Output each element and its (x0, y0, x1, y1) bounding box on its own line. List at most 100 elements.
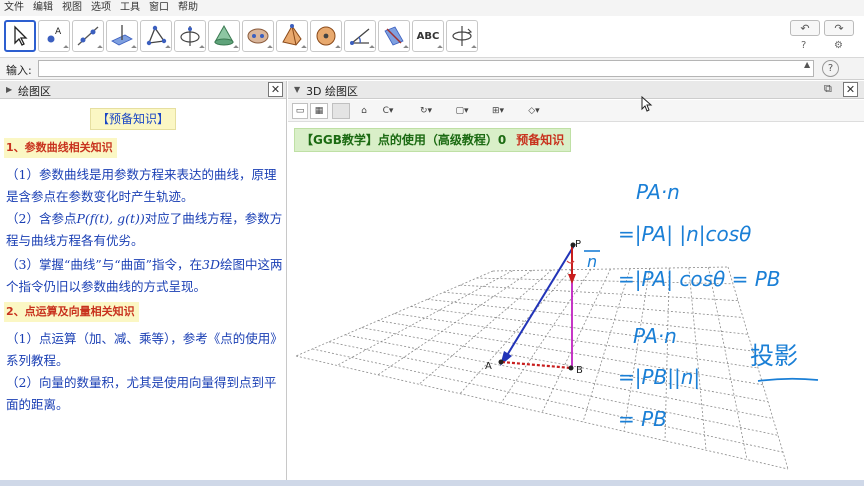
text-tool[interactable]: ABC (412, 20, 444, 52)
handwritten-line-1: PA·n (636, 180, 680, 204)
polygon-icon (146, 25, 167, 46)
help-icon[interactable]: ? (801, 40, 806, 51)
grid-line (688, 267, 707, 451)
input-bar: 输入: ▲ ? (0, 58, 864, 80)
input-label: 输入: (6, 64, 32, 77)
close-3d-panel-icon[interactable]: ✕ (843, 82, 858, 97)
settings-icon[interactable]: ⚙ (834, 40, 843, 51)
grid-line (443, 291, 744, 318)
section-heading-vector: 2、点运算及向量相关知识 (4, 302, 139, 322)
menu-tools[interactable]: 工具 (120, 1, 140, 15)
style-bar-3d: ▭ ▦ ⌂ C▾ ↻▾ ▢▾ ⊞▾ ◇▾ (288, 100, 864, 122)
handwriting-annotations: PA·n n PA·n =|PA| |n|cosθ =|PA| cosθ = P… (584, 180, 819, 431)
paragraph-vector-1: （1）点运算（加、减、乘等），参考《点的使用》系列教程。 (6, 331, 283, 368)
point-B[interactable] (568, 365, 574, 371)
p3-text-pre: （3）掌握“曲线”与“曲面”指令，在 (6, 257, 203, 272)
banner-title: 【GGB教学】点的使用（高级教程）0 (301, 133, 507, 147)
menu-help[interactable]: 帮助 (178, 1, 198, 15)
paragraph-parametric-2: （2）含参点P(f(t), g(t))对应了曲线方程，参数方程与曲线方程各有优劣… (6, 208, 284, 252)
vector-PA[interactable] (505, 243, 576, 358)
home-view-icon[interactable]: ⌂ (356, 103, 372, 119)
graphics-view-header: ▶ 绘图区 ✕ (0, 81, 286, 99)
handwritten-line-3: =|PA| cosθ = PB (618, 267, 780, 291)
handwritten-line-4: PA·n (633, 324, 677, 348)
label-P: P (575, 239, 581, 250)
rotation-dropdown-icon[interactable]: ↻▾ (412, 103, 440, 119)
p2-text-pre: （2）含参点 (6, 211, 77, 226)
line-tool[interactable] (72, 20, 104, 52)
input-help-icon[interactable]: ? (822, 60, 839, 77)
angle-tool[interactable] (344, 20, 376, 52)
handwritten-line-5: =|PB||n| (618, 365, 700, 389)
pyramid-tool[interactable] (276, 20, 308, 52)
command-input[interactable] (38, 60, 814, 77)
svg-text:A: A (55, 27, 62, 37)
graphics-view-title: 绘图区 (18, 85, 51, 98)
label-A: A (485, 361, 492, 372)
point-A[interactable] (498, 359, 504, 365)
vector-n-arrowhead (568, 274, 576, 284)
segment-AB[interactable] (501, 360, 572, 370)
circle-axis-icon (180, 26, 200, 46)
polygon-tool[interactable] (140, 20, 172, 52)
graphics-3d-title: 3D 绘图区 (306, 85, 358, 98)
paragraph-vector-2: （2）向量的数量积，尤其是使用向量得到点到平面的距离。 (6, 375, 277, 412)
paragraph-parametric-3: （3）掌握“曲线”与“曲面”指令，在3D绘图中这两个指令仍旧以参数曲线的方式呈现… (6, 254, 284, 298)
rotate-view-icon (452, 26, 473, 46)
handwritten-n: n (587, 252, 597, 271)
grid-line (410, 306, 754, 352)
plane-toggle-icon[interactable] (332, 103, 350, 119)
ellipse-tool[interactable] (242, 20, 274, 52)
box-view-dropdown-icon[interactable]: ▢▾ (448, 103, 476, 119)
axes-toggle-icon[interactable]: ▭ (292, 103, 308, 119)
undo-button[interactable]: ↶ (790, 20, 820, 36)
handwritten-line-6: = PB (618, 407, 667, 431)
projection-dropdown-icon[interactable]: ◇▾ (520, 103, 548, 119)
detach-window-icon[interactable]: ⧉ (824, 82, 832, 96)
grid-line (312, 348, 784, 453)
collapse-3d-arrow-icon[interactable]: ▼ (294, 85, 300, 94)
grid-line (582, 268, 631, 423)
p3-math: 3D (202, 257, 220, 272)
ellipse-icon (247, 28, 269, 44)
cone-tool[interactable] (208, 20, 240, 52)
graphics-3d-panel: P A B PA·n n PA·n =|PA| |n|cosθ =|PA| co… (288, 81, 864, 480)
reflect-icon (384, 26, 404, 46)
line-icon (77, 26, 99, 46)
move-tool[interactable] (4, 20, 36, 52)
text-icon: ABC (416, 30, 440, 42)
reflect-tool[interactable] (378, 20, 410, 52)
menu-edit[interactable]: 编辑 (33, 1, 53, 15)
rotate-view-tool[interactable] (446, 20, 478, 52)
perpendicular-icon (111, 25, 133, 46)
menu-options[interactable]: 选项 (91, 1, 111, 15)
toolbar: A ABC ↶ ↷ ? ⚙ (0, 16, 864, 58)
perpendicular-tool[interactable] (106, 20, 138, 52)
menu-view[interactable]: 视图 (62, 1, 82, 15)
handwritten-note: 投影 (750, 342, 798, 370)
menu-bar: 文件 编辑 视图 选项 工具 窗口 帮助 (0, 0, 864, 16)
mouse-cursor-icon (641, 96, 653, 112)
menu-window[interactable]: 窗口 (149, 1, 169, 15)
graphics-3d-header: ▼ 3D 绘图区 ⧉ ✕ (288, 81, 864, 99)
circle-axis-tool[interactable] (174, 20, 206, 52)
grid-line (459, 269, 572, 394)
collapse-arrow-icon[interactable]: ▶ (6, 85, 12, 94)
clipping-dropdown-icon[interactable]: C▾ (374, 103, 402, 119)
grid-line (394, 313, 759, 369)
close-panel-icon[interactable]: ✕ (268, 82, 283, 97)
redo-button[interactable]: ↷ (824, 20, 854, 36)
grid-line (328, 341, 779, 436)
section-heading-parametric: 1、参数曲线相关知识 (4, 138, 117, 158)
point-tool[interactable]: A (38, 20, 70, 52)
menu-file[interactable]: 文件 (4, 1, 24, 15)
arrow-pointer-icon (14, 25, 28, 46)
tutorial-banner: 【GGB教学】点的使用（高级教程）0 预备知识 (294, 128, 572, 152)
sphere-tool[interactable] (310, 20, 342, 52)
grid-line (336, 270, 513, 366)
prereq-badge: 【预备知识】 (90, 108, 177, 130)
grid-toggle-icon[interactable]: ▦ (310, 103, 328, 119)
label-B: B (576, 365, 583, 376)
graphics-view-panel: ▶ 绘图区 ✕ 【预备知识】 1、参数曲线相关知识 （1）参数曲线是用参数方程来… (0, 81, 287, 480)
point-capture-dropdown-icon[interactable]: ⊞▾ (484, 103, 512, 119)
